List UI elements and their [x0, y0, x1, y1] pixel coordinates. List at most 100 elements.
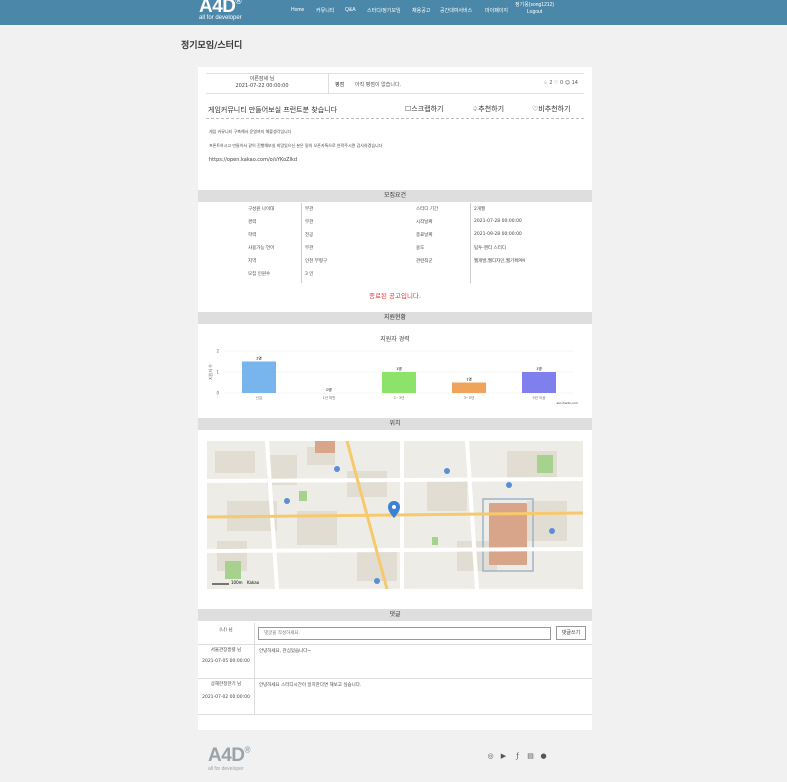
nav-community[interactable]: 커뮤니티	[316, 7, 334, 14]
x-tick-label: 1년 미만	[323, 395, 337, 400]
comment-text: 안녕하세요 스터디시간이 일치한다면 해보고 싶습니다.	[259, 683, 362, 688]
table-divider	[470, 203, 471, 283]
bar-value-label: 1명	[466, 377, 471, 382]
chart-title: 지원자 경력	[380, 336, 410, 343]
comment-text: 안녕하세요, 관심있습니다~	[259, 649, 312, 654]
my-name: (나) 님	[219, 628, 233, 633]
req-label: 지역	[248, 259, 257, 264]
y-tick-label: 0	[216, 391, 219, 396]
map-landmark	[315, 441, 335, 453]
map-canvas[interactable]	[207, 441, 583, 589]
table-divider	[301, 203, 302, 283]
comment-divider	[254, 679, 255, 715]
talk-icon[interactable]: ●	[539, 752, 548, 761]
comment-divider	[254, 645, 255, 679]
comment-input[interactable]: 댓글을 작성하세요.	[258, 627, 551, 640]
map-credit: Kakao	[247, 580, 260, 585]
author-info: 이른잠세 님 2021-07-22 00:00:00	[206, 76, 318, 90]
applicants-header: 지원현황	[198, 312, 592, 324]
nav-mypage[interactable]: 마이페이지	[485, 7, 508, 14]
footer-tagline: all for developer	[208, 766, 244, 772]
req-value: 무관	[305, 207, 314, 212]
req-label: 용도	[416, 246, 425, 251]
req-label: 스터디 기간	[416, 207, 439, 212]
grade-value: 아직 평점이 없습니다.	[355, 82, 402, 88]
comment-author[interactable]: 서울관장흥렬 님	[198, 647, 254, 653]
user-name: 정기웅(song1212)	[515, 2, 555, 8]
req-value: 2021-07-28 00:00:00	[474, 219, 522, 224]
recommend-button[interactable]: ♤추천하기	[472, 104, 504, 114]
y-tick-label: 2	[216, 349, 219, 354]
chart-bar	[522, 372, 556, 393]
meta-divider	[328, 74, 329, 94]
req-value: 인천 부평구	[305, 259, 328, 264]
req-label: 관련직군	[416, 259, 433, 264]
blog-icon[interactable]: ▤	[526, 752, 535, 761]
instagram-icon[interactable]: ◎	[486, 752, 495, 761]
req-label: 종료날짜	[416, 233, 433, 238]
nav-space-rental[interactable]: 공간대여서비스	[440, 7, 472, 14]
user-menu[interactable]: 정기웅(song1212) Logout	[515, 2, 554, 16]
nav-qna[interactable]: Q&A	[345, 7, 356, 13]
grade-label: 평점	[335, 82, 345, 88]
applicants-chart: 0 1 2 지원자 수 2명신입 0명 1년 미만 1명 1~3년 1명 3~5년 1명 5년 이상 am…	[208, 349, 578, 406]
title-divider	[206, 118, 584, 119]
req-value: 무관	[305, 220, 314, 225]
location-map[interactable]: 100m Kakao	[207, 441, 583, 589]
req-value: 전공	[305, 233, 314, 238]
comment-date: 2021-07-02 00:00:00	[202, 695, 250, 700]
chart-bar	[242, 361, 276, 393]
comment-divider	[254, 623, 255, 645]
bar-value-label: 0명	[326, 387, 331, 392]
post-card: 이른잠세 님 2021-07-22 00:00:00 평점 아직 평점이 없습니…	[198, 67, 592, 730]
bar-value-label: 2명	[256, 356, 261, 361]
location-header: 위치	[198, 418, 592, 430]
chart-bar	[452, 382, 486, 393]
comment-item: 상해한정한기 님 2021-07-02 00:00:00 안녕하세요 스터디시간…	[198, 679, 592, 715]
y-tick-label: 1	[216, 370, 219, 375]
post-body-line-2: 프론트하시고 만들어서 같이 진행해보실 희망있으신 분은 밑의 오픈카톡으로 …	[209, 143, 383, 148]
req-value: 2021-09-28 00:00:00	[474, 232, 522, 237]
footer-logo[interactable]: A4DⓇ	[208, 745, 250, 767]
chart-bar	[382, 372, 416, 393]
post-title: 게임커뮤니티 만들어보실 프런트분 찾습니다	[208, 106, 338, 114]
comment-item: 서울관장흥렬 님 2021-07-05 00:00:00 안녕하세요, 관심있습…	[198, 645, 592, 679]
req-label: 사용가능 언어	[248, 246, 275, 251]
x-tick-label: 3~5년	[464, 395, 475, 400]
comment-date: 2021-07-05 00:00:00	[202, 659, 250, 664]
nav-study[interactable]: 스터디/정기모임	[367, 7, 401, 14]
map-scale: 100m	[231, 580, 243, 585]
post-body-line-1: 게임 커뮤니티 구축해서 운영까지 해볼생각입니다	[209, 129, 292, 134]
x-tick-label: 5년 이상	[533, 395, 547, 400]
nav-jobs[interactable]: 채용공고	[412, 7, 430, 14]
brand-tagline: all for developer	[199, 15, 242, 21]
page-title: 정기모임/스터디	[181, 41, 243, 51]
youtube-icon[interactable]: ▶	[499, 752, 508, 761]
comment-author[interactable]: 상해한정한기 님	[198, 681, 254, 687]
author-name[interactable]: 이른잠세 님	[206, 76, 318, 83]
req-label: 구성원 나이대	[248, 207, 275, 212]
req-label: 모집 인원수	[248, 272, 271, 277]
requirements-header: 모집요건	[198, 190, 592, 202]
req-label: 시작날짜	[416, 220, 433, 225]
req-value: 2개월	[474, 207, 486, 212]
logout-link[interactable]: Logout	[515, 9, 554, 16]
x-tick-label: 신입	[256, 395, 262, 400]
comments-header: 댓글	[198, 609, 592, 621]
req-value: 3 인	[305, 272, 314, 277]
top-header: A4DⓇ all for developer Home 커뮤니티 Q&A 스터디…	[0, 0, 787, 25]
nav-home[interactable]: Home	[291, 7, 304, 13]
req-value: 웹개발,웹디자인,웹기획PM	[474, 259, 525, 264]
kakao-link[interactable]: https://open.kakao.com/o/sYKoZlkd	[209, 157, 297, 163]
submit-comment-button[interactable]: 댓글쓰기	[556, 626, 586, 640]
post-meta: 이른잠세 님 2021-07-22 00:00:00 평점 아직 평점이 없습니…	[206, 73, 584, 94]
facebook-icon[interactable]: ƒ	[513, 752, 522, 761]
scrap-button[interactable]: ☐스크랩하기	[405, 104, 443, 114]
req-value: 무관	[305, 246, 314, 251]
req-label: 경력	[248, 220, 257, 225]
closed-notice: 종료된 공고입니다.	[369, 292, 421, 300]
y-axis-label: 지원자 수	[208, 364, 213, 380]
post-date: 2021-07-22 00:00:00	[235, 83, 289, 89]
post-stats: ♤ 2 ♡ 0 ☺ 14	[543, 80, 578, 86]
not-recommend-button[interactable]: ♡비추천하기	[532, 104, 570, 114]
